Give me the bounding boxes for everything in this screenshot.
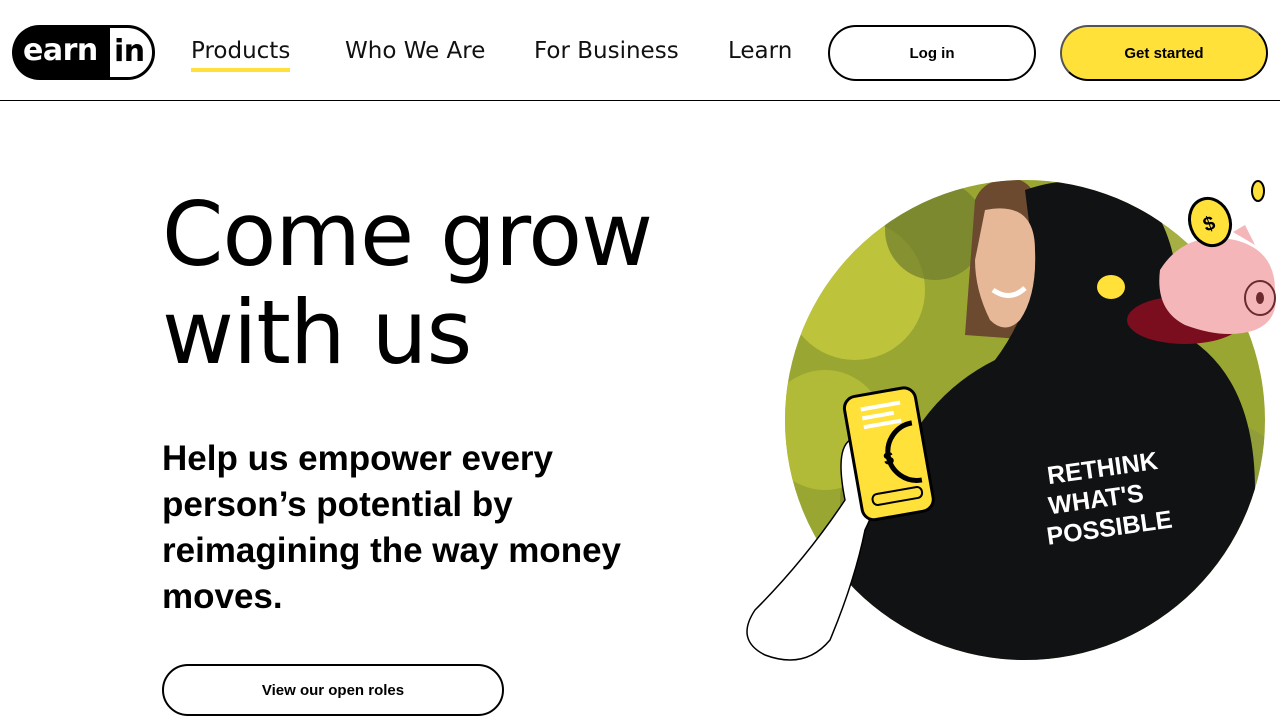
nav-who-we-are[interactable]: Who We Are (345, 38, 485, 64)
small-coin-icon (1251, 180, 1265, 202)
coin-icon (1097, 275, 1125, 299)
site-header: earn in Products Who We Are For Business… (0, 0, 1280, 101)
hero-subtitle: Help us empower every person’s potential… (162, 439, 621, 616)
hero-title-line-1: Come grow (162, 183, 653, 286)
nav-products[interactable]: Products (191, 38, 291, 72)
hero-title-line-2: with us (162, 281, 472, 384)
get-started-button[interactable]: Get started (1060, 25, 1268, 81)
hero-photo-illustration: RETHINK WHAT'S POSSIBLE $ $ (746, 180, 1276, 661)
logo-text-in: in (107, 25, 155, 80)
nav-for-business[interactable]: For Business (534, 38, 679, 64)
hero-title: Come grow with us (162, 186, 762, 382)
earnin-logo[interactable]: earn in (12, 25, 155, 80)
nav-learn[interactable]: Learn (728, 38, 792, 64)
login-button[interactable]: Log in (828, 25, 1036, 81)
logo-text-earn: earn (12, 25, 112, 80)
view-open-roles-button[interactable]: View our open roles (162, 664, 504, 716)
